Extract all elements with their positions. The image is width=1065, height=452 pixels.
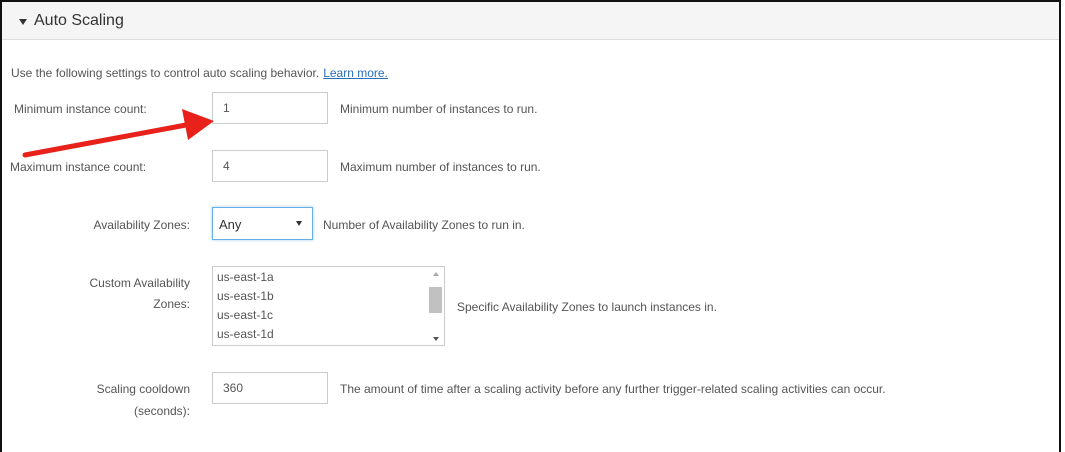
- red-annotation-arrow-icon: [22, 109, 214, 158]
